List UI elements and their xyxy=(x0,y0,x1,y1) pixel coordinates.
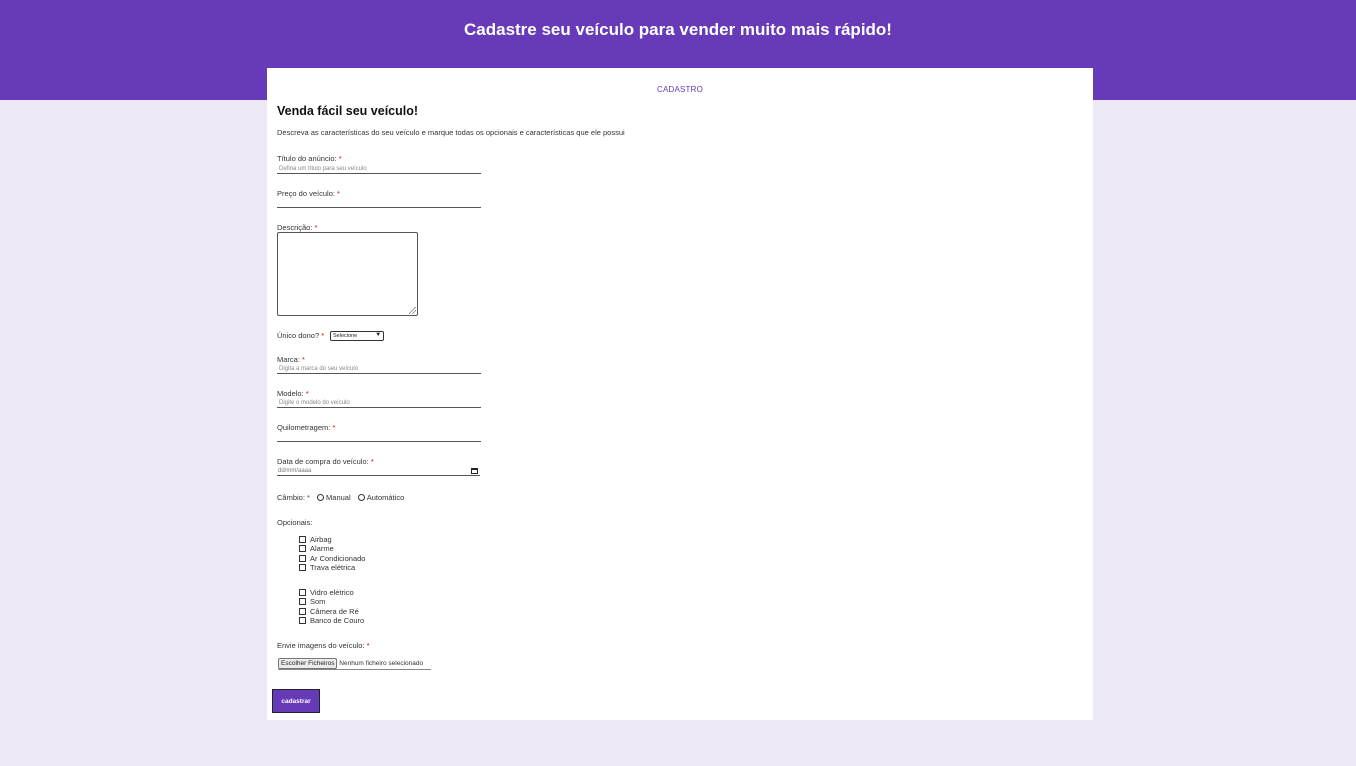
checkbox-label: Airbag xyxy=(310,535,332,544)
checkbox-label: Alarme xyxy=(310,544,334,553)
descricao-label-text: Descrição: xyxy=(277,223,313,232)
checkbox-box[interactable] xyxy=(299,616,306,624)
checkbox-box[interactable] xyxy=(299,554,306,562)
checkbox-box[interactable] xyxy=(299,597,306,605)
checkbox-camera-re[interactable]: Câmera de Ré xyxy=(299,607,359,616)
required-mark: * xyxy=(302,355,305,364)
checkbox-banco-couro[interactable]: Banco de Couro xyxy=(299,616,364,625)
checkbox-label: Ar Condicionado xyxy=(310,554,366,563)
preco-label-text: Preço do veículo: xyxy=(277,189,335,198)
required-mark: * xyxy=(305,389,309,398)
quilometragem-label: Quilometragem: * xyxy=(277,423,335,432)
checkbox-box[interactable] xyxy=(299,563,306,571)
cambio-label: Câmbio: xyxy=(277,493,305,502)
required-mark: * xyxy=(366,641,370,650)
checkbox-label: Som xyxy=(310,597,326,606)
descricao-label: Descrição: * xyxy=(277,223,317,232)
titulo-label: Título do anúncio: * xyxy=(277,154,342,163)
form-description: Descreva as características do seu veícu… xyxy=(277,128,625,137)
file-input[interactable]: Escolher Ficheiros Nenhum ficheiro selec… xyxy=(278,658,431,670)
marca-input[interactable]: Digita a marca do seu veículo xyxy=(277,364,481,374)
required-mark: * xyxy=(307,493,310,502)
checkbox-vidro-eletrico[interactable]: Vidro elétrico xyxy=(299,588,354,597)
checkbox-label: Vidro elétrico xyxy=(310,588,354,597)
radio-automatico-label[interactable]: Automático xyxy=(367,493,405,502)
checkbox-box[interactable] xyxy=(299,544,306,552)
choose-files-button[interactable]: Escolher Ficheiros xyxy=(278,658,338,669)
required-mark: * xyxy=(370,457,374,466)
checkbox-box[interactable] xyxy=(299,588,306,596)
chevron-down-icon: ⯆ xyxy=(375,332,381,339)
resize-handle-icon[interactable] xyxy=(409,307,416,314)
required-mark: * xyxy=(338,154,342,163)
tab-cadastro[interactable]: CADASTRO xyxy=(267,85,1093,94)
cambio-group: Câmbio: * Manual Automático xyxy=(277,493,404,502)
unico-dono-select[interactable]: Selecione ⯆ xyxy=(330,331,384,341)
opcionais-label: Opcionais: xyxy=(277,518,313,527)
titulo-input[interactable]: Defina um título para seu veículo xyxy=(277,164,481,174)
form-card: CADASTRO Venda fácil seu veículo! Descre… xyxy=(267,68,1093,720)
checkbox-label: Trava elétrica xyxy=(310,563,356,572)
checkbox-ar-condicionado[interactable]: Ar Condicionado xyxy=(299,554,365,563)
date-placeholder: dd/mm/aaaa xyxy=(278,468,312,474)
file-status: Nenhum ficheiro selecionado xyxy=(339,660,424,667)
quilometragem-input[interactable] xyxy=(277,432,481,442)
modelo-input[interactable]: Digite o modelo do veículo xyxy=(277,398,481,408)
required-mark: * xyxy=(321,331,325,340)
data-compra-input[interactable]: dd/mm/aaaa xyxy=(277,466,480,476)
submit-button[interactable]: cadastrar xyxy=(272,689,320,713)
marca-label: Marca: * xyxy=(277,355,305,364)
form-heading: Venda fácil seu veículo! xyxy=(277,104,419,118)
marca-label-text: Marca: xyxy=(277,355,300,364)
checkbox-label: Câmera de Ré xyxy=(310,607,359,616)
checkbox-alarme[interactable]: Alarme xyxy=(299,544,334,553)
checkbox-box[interactable] xyxy=(299,535,306,543)
page-title: Cadastre seu veículo para vender muito m… xyxy=(464,20,892,39)
radio-manual[interactable] xyxy=(317,494,325,502)
modelo-label-text: Modelo: xyxy=(277,389,304,398)
preco-input[interactable] xyxy=(277,198,481,208)
unico-dono-label-text: Único dono? xyxy=(277,331,320,340)
imagens-label-text: Envie imagens do veículo: xyxy=(277,641,365,650)
radio-automatico[interactable] xyxy=(357,494,365,502)
checkbox-som[interactable]: Som xyxy=(299,597,325,606)
checkbox-box[interactable] xyxy=(299,607,306,615)
checkbox-label: Banco de Couro xyxy=(310,616,365,625)
modelo-label: Modelo: * xyxy=(277,389,309,398)
radio-manual-label[interactable]: Manual xyxy=(326,493,351,502)
preco-label: Preço do veículo: * xyxy=(277,189,340,198)
titulo-label-text: Título do anúncio: xyxy=(277,154,337,163)
required-mark: * xyxy=(332,423,336,432)
data-compra-label-text: Data de compra do veículo: xyxy=(277,457,369,466)
unico-dono-label: Único dono? * xyxy=(277,331,324,340)
descricao-textarea[interactable] xyxy=(277,232,418,316)
data-compra-label: Data de compra do veículo: * xyxy=(277,457,374,466)
quilometragem-label-text: Quilometragem: xyxy=(277,423,331,432)
checkbox-trava-eletrica[interactable]: Trava elétrica xyxy=(299,563,355,572)
imagens-label: Envie imagens do veículo: * xyxy=(277,641,370,650)
unico-dono-selected: Selecione xyxy=(333,333,358,339)
calendar-icon[interactable] xyxy=(471,468,478,474)
required-mark: * xyxy=(337,189,340,198)
required-mark: * xyxy=(314,223,318,232)
checkbox-airbag[interactable]: Airbag xyxy=(299,535,332,544)
